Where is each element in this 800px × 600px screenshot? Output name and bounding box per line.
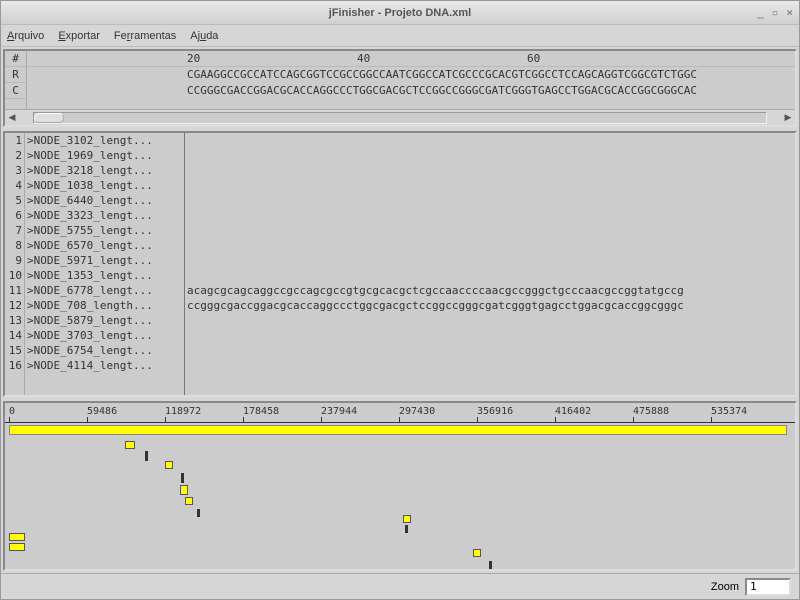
sequence-row[interactable]: [185, 163, 795, 178]
sequence-row[interactable]: [185, 223, 795, 238]
menu-exportar[interactable]: Exportar: [58, 30, 100, 42]
position-ruler: 20 40 60: [27, 51, 795, 67]
node-name[interactable]: >NODE_4114_lengt...: [25, 358, 184, 373]
full-range-bar[interactable]: [9, 425, 787, 435]
reference-panel: # R C 20 40 60 CGAAGGCCGCCATCCAGCGGTCCGC…: [3, 49, 797, 127]
scrollbar-thumb[interactable]: [34, 113, 64, 123]
sequence-row[interactable]: ccgggcgaccggacgcaccaggccctggcgacgctccggc…: [185, 298, 795, 313]
node-name[interactable]: >NODE_5971_lengt...: [25, 253, 184, 268]
line-number: 16: [5, 358, 24, 373]
sequence-row[interactable]: [185, 328, 795, 343]
sequence-row[interactable]: [185, 238, 795, 253]
line-number: 4: [5, 178, 24, 193]
window-title: jFinisher - Projeto DNA.xml: [329, 7, 471, 19]
sequence-row[interactable]: [185, 268, 795, 283]
line-number: 2: [5, 148, 24, 163]
node-name[interactable]: >NODE_1038_lengt...: [25, 178, 184, 193]
scroll-left-icon[interactable]: ◀: [5, 112, 19, 123]
node-name[interactable]: >NODE_5755_lengt...: [25, 223, 184, 238]
row-label-hash: #: [5, 51, 26, 67]
sequence-row[interactable]: [185, 193, 795, 208]
line-number: 11: [5, 283, 24, 298]
node-name[interactable]: >NODE_6440_lengt...: [25, 193, 184, 208]
sequence-row[interactable]: [185, 253, 795, 268]
maximize-icon[interactable]: ▫: [772, 6, 779, 19]
fragment[interactable]: [9, 533, 25, 541]
line-number: 15: [5, 343, 24, 358]
fragment[interactable]: [473, 549, 481, 557]
node-name[interactable]: >NODE_708_length...: [25, 298, 184, 313]
sequence-row[interactable]: acagcgcagcaggccgccagcgccgtgcgcacgctcgcca…: [185, 283, 795, 298]
sequence-row[interactable]: [185, 313, 795, 328]
zoom-label: Zoom: [711, 581, 739, 593]
line-numbers: 12345678910111213141516: [5, 133, 25, 395]
line-number: 10: [5, 268, 24, 283]
line-number: 5: [5, 193, 24, 208]
menu-arquivo[interactable]: AArquivorquivo: [7, 30, 44, 42]
titlebar: jFinisher - Projeto DNA.xml _ ▫ ×: [1, 1, 799, 25]
fragment[interactable]: [180, 485, 188, 495]
sequence-area[interactable]: acagcgcagcaggccgccagcgccgtgcgcacgctcgcca…: [185, 133, 795, 395]
sequence-row[interactable]: [185, 148, 795, 163]
node-name[interactable]: >NODE_3218_lengt...: [25, 163, 184, 178]
node-name[interactable]: >NODE_3102_lengt...: [25, 133, 184, 148]
minimize-icon[interactable]: _: [757, 6, 764, 19]
line-number: 1: [5, 133, 24, 148]
sequence-row[interactable]: [185, 208, 795, 223]
fragment[interactable]: [125, 441, 135, 449]
sequence-row[interactable]: [185, 343, 795, 358]
reference-sequence-c: CCGGGCGACCGGACGCACCAGGCCCTGGCGACGCTCCGGC…: [27, 83, 795, 99]
row-label-r: R: [5, 67, 26, 83]
node-name[interactable]: >NODE_1353_lengt...: [25, 268, 184, 283]
statusbar: Zoom: [1, 573, 799, 599]
node-name[interactable]: >NODE_6754_lengt...: [25, 343, 184, 358]
line-number: 6: [5, 208, 24, 223]
node-name[interactable]: >NODE_3323_lengt...: [25, 208, 184, 223]
line-number: 13: [5, 313, 24, 328]
node-name[interactable]: >NODE_6570_lengt...: [25, 238, 184, 253]
fragment[interactable]: [185, 497, 193, 505]
menubar: AArquivorquivo Exportar Ferramentas Ajud…: [1, 25, 799, 47]
fragment[interactable]: [9, 543, 25, 551]
node-name[interactable]: >NODE_3703_lengt...: [25, 328, 184, 343]
node-name[interactable]: >NODE_1969_lengt...: [25, 148, 184, 163]
fragment[interactable]: [165, 461, 173, 469]
top-horizontal-scrollbar[interactable]: ◀ ▶: [5, 109, 795, 125]
contig-list-panel: 12345678910111213141516 >NODE_3102_lengt…: [3, 131, 797, 397]
line-number: 7: [5, 223, 24, 238]
line-number: 14: [5, 328, 24, 343]
position-axis: 0 59486 118972 178458 237944 297430 3569…: [5, 403, 795, 423]
node-name[interactable]: >NODE_6778_lengt...: [25, 283, 184, 298]
menu-ajuda[interactable]: Ajuda: [190, 30, 218, 42]
menu-ferramentas[interactable]: Ferramentas: [114, 30, 176, 42]
node-names-column: >NODE_3102_lengt...>NODE_1969_lengt...>N…: [25, 133, 185, 395]
line-number: 12: [5, 298, 24, 313]
node-name[interactable]: >NODE_5879_lengt...: [25, 313, 184, 328]
line-number: 9: [5, 253, 24, 268]
line-number: 8: [5, 238, 24, 253]
scroll-right-icon[interactable]: ▶: [781, 112, 795, 123]
sequence-row[interactable]: [185, 178, 795, 193]
close-icon[interactable]: ×: [786, 6, 793, 19]
sequence-row[interactable]: [185, 133, 795, 148]
row-label-c: C: [5, 83, 26, 99]
zoom-input[interactable]: [745, 578, 791, 596]
reference-sequence-r: CGAAGGCCGCCATCCAGCGGTCCGCCGGCCAATCGGCCAT…: [27, 67, 795, 83]
line-number: 3: [5, 163, 24, 178]
coverage-panel[interactable]: 0 59486 118972 178458 237944 297430 3569…: [3, 401, 797, 571]
fragment[interactable]: [403, 515, 411, 523]
sequence-row[interactable]: [185, 358, 795, 373]
